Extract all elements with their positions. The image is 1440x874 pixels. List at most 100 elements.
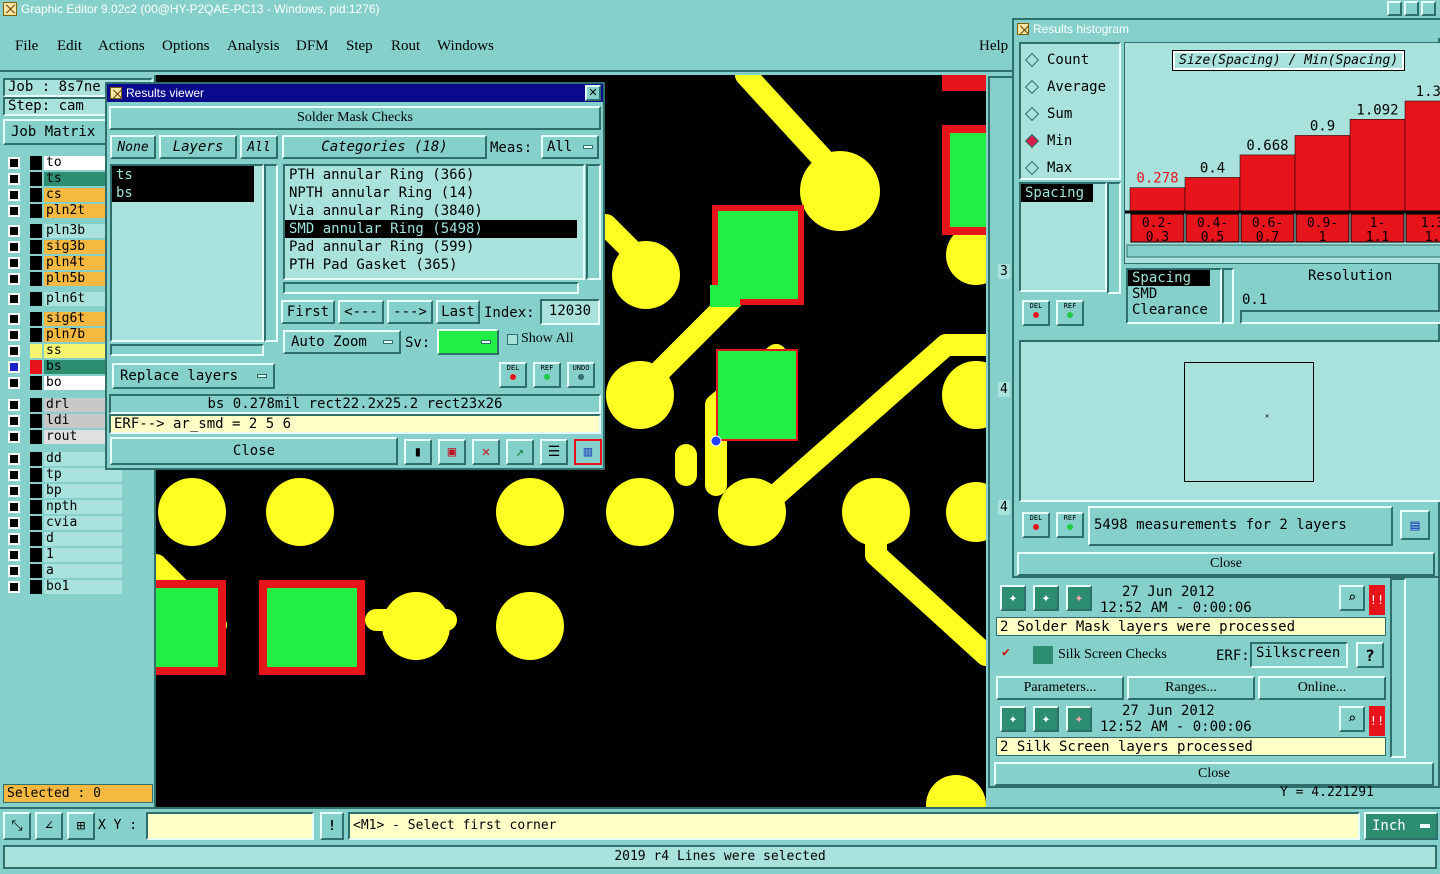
hist-close-button[interactable]: Close (1017, 552, 1435, 576)
rv-prev-button[interactable]: <--- (338, 300, 384, 324)
layer-checkbox[interactable] (8, 564, 20, 577)
hist-del-button[interactable]: DEL (1022, 300, 1050, 326)
checks-scrollbar[interactable] (1390, 578, 1406, 758)
histogram-hscroll[interactable] (1126, 244, 1440, 258)
layer-row[interactable]: bp (6, 483, 122, 498)
rv-first-button[interactable]: First (281, 300, 335, 324)
mode-count[interactable]: Count (1024, 52, 1089, 68)
hist-del-button-2[interactable]: DEL (1022, 512, 1050, 538)
hist-list-2-scrollbar[interactable] (1222, 268, 1234, 324)
menu-actions[interactable]: Actions (98, 38, 145, 55)
help-button[interactable]: ? (1356, 642, 1384, 668)
rv-ref-cross-icon[interactable]: ✕ (472, 439, 500, 465)
mode-average[interactable]: Average (1024, 79, 1106, 95)
layer-checkbox[interactable] (8, 224, 20, 237)
ranges-button[interactable]: Ranges... (1127, 676, 1255, 700)
rv-undo-button[interactable]: UNDO (567, 362, 595, 388)
menu-dfm[interactable]: DFM (296, 38, 329, 55)
checks-close-button[interactable]: Close (994, 762, 1434, 786)
hist-list-1[interactable]: Spacing (1019, 182, 1107, 292)
list-item[interactable]: Spacing (1128, 270, 1210, 286)
layer-row[interactable]: d (6, 531, 122, 546)
hist-list-1-scrollbar[interactable] (1107, 182, 1121, 294)
rv-next-button[interactable]: ---> (387, 300, 433, 324)
unit-dropdown[interactable]: Inch (1364, 812, 1438, 840)
run-all-icon[interactable]: ✦ (1033, 585, 1059, 611)
layer-checkbox[interactable] (8, 156, 20, 169)
online-button[interactable]: Online... (1258, 676, 1386, 700)
histogram-bar[interactable] (1239, 154, 1296, 212)
menu-windows[interactable]: Windows (437, 38, 494, 55)
rv-auto-zoom-dropdown[interactable]: Auto Zoom (283, 330, 401, 354)
xy-input[interactable] (146, 812, 314, 840)
layer-row[interactable]: bo1 (6, 579, 122, 594)
resolution-slider[interactable] (1240, 310, 1440, 324)
histogram-bar[interactable] (1349, 119, 1406, 212)
layer-checkbox[interactable] (8, 500, 20, 513)
layer-checkbox[interactable] (8, 580, 20, 593)
zoom-fit-icon[interactable]: ⤡ (3, 812, 31, 840)
menu-options[interactable]: Options (162, 38, 210, 55)
rv-last-button[interactable]: Last (436, 300, 480, 324)
list-item[interactable]: Via annular Ring (3840) (285, 202, 583, 220)
mode-min[interactable]: Min (1024, 133, 1072, 149)
grid-icon[interactable]: ⊞ (67, 812, 95, 840)
rv-none-button[interactable]: None (110, 135, 156, 159)
rv-replace-layers-dropdown[interactable]: Replace layers (112, 363, 275, 389)
parameters-button[interactable]: Parameters... (996, 676, 1124, 700)
rv-del-button[interactable]: DEL (499, 362, 527, 388)
rv-layer-scrollbar[interactable] (264, 164, 278, 342)
layer-checkbox[interactable] (8, 188, 20, 201)
rv-screen-icon[interactable]: ▣ (438, 439, 466, 465)
rv-sv-dropdown[interactable] (437, 329, 499, 355)
rv-category-list[interactable]: PTH annular Ring (366) NPTH annular Ring… (283, 164, 585, 280)
layer-checkbox[interactable] (8, 516, 20, 529)
maximize-icon[interactable] (1404, 1, 1419, 16)
list-item[interactable]: SMD (1128, 286, 1220, 302)
list-item[interactable]: NPTH annular Ring (14) (285, 184, 583, 202)
layer-checkbox[interactable] (8, 548, 20, 561)
rv-histogram-icon[interactable]: ▥ (574, 439, 602, 465)
list-item[interactable]: Spacing (1021, 184, 1093, 202)
list-item[interactable]: Clearance (1128, 302, 1220, 318)
window-controls[interactable] (1387, 1, 1436, 16)
histogram-bar[interactable] (1184, 177, 1241, 212)
list-item[interactable]: bs (112, 184, 254, 202)
menu-rout[interactable]: Rout (391, 38, 420, 55)
rv-chart-icon[interactable]: ▮ (404, 439, 432, 465)
rv-categories-button[interactable]: Categories (18) (282, 135, 487, 159)
histogram-bar[interactable] (1294, 135, 1351, 212)
layer-checkbox[interactable] (8, 430, 20, 443)
rv-meas-dropdown[interactable]: All (541, 135, 599, 159)
rv-category-scrollbar[interactable] (586, 164, 601, 280)
layer-checkbox[interactable] (8, 452, 20, 465)
run-icon[interactable]: ✦ (1000, 585, 1026, 611)
rv-show-all-checkbox[interactable] (507, 334, 518, 345)
mode-max[interactable]: Max (1024, 160, 1072, 176)
silk-check-toggle[interactable]: ✔ (1002, 646, 1014, 660)
layer-row[interactable]: npth (6, 499, 122, 514)
layer-checkbox[interactable] (8, 292, 20, 305)
rv-export-icon[interactable]: ↗ (506, 439, 534, 465)
menu-file[interactable]: File (15, 38, 38, 55)
rv-category-hscroll[interactable] (283, 282, 579, 294)
hist-list-2[interactable]: Spacing SMD Clearance (1126, 268, 1222, 324)
layer-row[interactable]: 1 (6, 547, 122, 562)
run-icon[interactable]: ✦ (1000, 706, 1026, 732)
rv-ref-button[interactable]: REF (533, 362, 561, 388)
run-all-icon[interactable]: ✦ (1033, 706, 1059, 732)
rv-close-button[interactable]: Close (110, 437, 398, 465)
layer-checkbox[interactable] (8, 272, 20, 285)
menu-edit[interactable]: Edit (57, 38, 82, 55)
layer-checkbox[interactable] (8, 376, 20, 389)
layer-checkbox[interactable] (8, 328, 20, 341)
list-item[interactable]: ts (112, 166, 254, 184)
measure-icon[interactable]: ∠ (35, 812, 63, 840)
rv-index-input[interactable]: 12030 (540, 299, 600, 325)
excl-button[interactable]: ! (320, 812, 344, 840)
hist-ref-button-2[interactable]: REF (1056, 512, 1084, 538)
layer-checkbox[interactable] (8, 312, 20, 325)
layer-checkbox[interactable] (8, 398, 20, 411)
zoom-icon[interactable]: ⌕ (1339, 706, 1365, 732)
layer-checkbox[interactable] (8, 484, 20, 497)
